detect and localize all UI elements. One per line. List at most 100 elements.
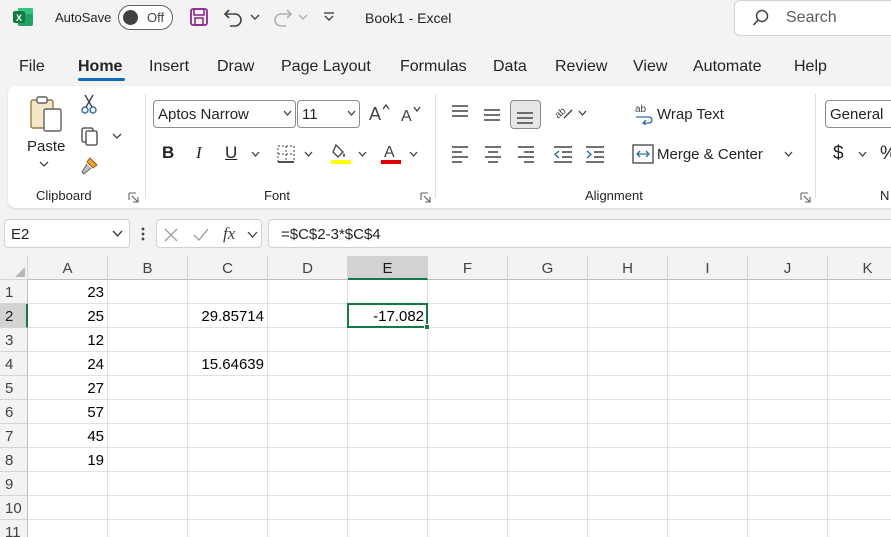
cell-f11[interactable] (428, 520, 508, 537)
decrease-indent-icon[interactable] (552, 145, 574, 163)
copy-icon[interactable] (80, 126, 100, 146)
fill-handle[interactable] (424, 324, 430, 330)
cell-i2[interactable] (668, 304, 748, 328)
chevron-down-icon[interactable] (247, 231, 258, 239)
cell-a5[interactable]: 27 (28, 376, 108, 400)
paste-icon[interactable] (28, 95, 64, 133)
column-header-g[interactable]: G (508, 256, 588, 280)
increase-indent-icon[interactable] (584, 145, 606, 163)
cell-f7[interactable] (428, 424, 508, 448)
column-header-h[interactable]: H (588, 256, 668, 280)
cell-k6[interactable] (828, 400, 891, 424)
cancel-icon[interactable] (163, 227, 179, 243)
merge-dropdown-chevron-icon[interactable] (784, 151, 793, 158)
underline-button[interactable]: U (225, 143, 237, 163)
search-box[interactable]: Search (734, 0, 891, 36)
cell-f6[interactable] (428, 400, 508, 424)
cell-e8[interactable] (348, 448, 428, 472)
cell-h7[interactable] (588, 424, 668, 448)
tab-help[interactable]: Help (794, 58, 827, 76)
cell-c6[interactable] (188, 400, 268, 424)
cell-d2[interactable] (268, 304, 348, 328)
row-header-4[interactable]: 4 (0, 352, 28, 376)
cell-d9[interactable] (268, 472, 348, 496)
align-center-icon[interactable] (483, 145, 503, 163)
cell-a7[interactable]: 45 (28, 424, 108, 448)
borders-icon[interactable] (276, 144, 296, 164)
formula-input[interactable]: =$C$2-3*$C$4 (268, 219, 891, 248)
row-header-10[interactable]: 10 (0, 496, 28, 520)
merge-center-icon[interactable] (632, 144, 654, 164)
cell-h8[interactable] (588, 448, 668, 472)
cell-i6[interactable] (668, 400, 748, 424)
tab-insert[interactable]: Insert (149, 58, 189, 76)
cell-k3[interactable] (828, 328, 891, 352)
cell-d5[interactable] (268, 376, 348, 400)
column-header-j[interactable]: J (748, 256, 828, 280)
cell-i1[interactable] (668, 280, 748, 304)
cell-e5[interactable] (348, 376, 428, 400)
cell-h3[interactable] (588, 328, 668, 352)
cell-j11[interactable] (748, 520, 828, 537)
merge-center-label[interactable]: Merge & Center (657, 146, 763, 163)
cell-b2[interactable] (108, 304, 188, 328)
italic-button[interactable]: I (196, 143, 202, 163)
cell-i11[interactable] (668, 520, 748, 537)
cell-i4[interactable] (668, 352, 748, 376)
align-left-icon[interactable] (450, 145, 470, 163)
increase-font-size-icon[interactable]: A (368, 103, 390, 123)
cell-f10[interactable] (428, 496, 508, 520)
cell-j2[interactable] (748, 304, 828, 328)
row-header-7[interactable]: 7 (0, 424, 28, 448)
copy-dropdown-chevron-icon[interactable] (112, 132, 122, 140)
cell-c8[interactable] (188, 448, 268, 472)
cell-g1[interactable] (508, 280, 588, 304)
column-header-e[interactable]: E (348, 256, 428, 280)
cell-a6[interactable]: 57 (28, 400, 108, 424)
cell-e10[interactable] (348, 496, 428, 520)
cell-c7[interactable] (188, 424, 268, 448)
tab-view[interactable]: View (633, 58, 667, 76)
cell-g3[interactable] (508, 328, 588, 352)
cell-i3[interactable] (668, 328, 748, 352)
cell-g7[interactable] (508, 424, 588, 448)
cell-i9[interactable] (668, 472, 748, 496)
cell-f2[interactable] (428, 304, 508, 328)
font-name-dropdown[interactable]: Aptos Narrow (153, 100, 296, 128)
row-header-6[interactable]: 6 (0, 400, 28, 424)
clipboard-dialog-launcher-icon[interactable] (128, 192, 139, 203)
cell-c11[interactable] (188, 520, 268, 537)
tab-home[interactable]: Home (78, 58, 122, 76)
percent-format-button[interactable]: % (880, 143, 891, 165)
fill-color-dropdown-chevron-icon[interactable] (358, 151, 367, 158)
cell-d3[interactable] (268, 328, 348, 352)
cell-j7[interactable] (748, 424, 828, 448)
select-all-corner[interactable] (0, 256, 28, 280)
cell-e6[interactable] (348, 400, 428, 424)
cell-g5[interactable] (508, 376, 588, 400)
row-header-1[interactable]: 1 (0, 280, 28, 304)
cell-b7[interactable] (108, 424, 188, 448)
cell-b5[interactable] (108, 376, 188, 400)
cell-e11[interactable] (348, 520, 428, 537)
cell-b11[interactable] (108, 520, 188, 537)
row-header-8[interactable]: 8 (0, 448, 28, 472)
currency-dropdown-chevron-icon[interactable] (858, 151, 867, 158)
undo-icon[interactable] (222, 6, 244, 28)
cell-k11[interactable] (828, 520, 891, 537)
cut-icon[interactable] (80, 94, 98, 114)
cell-k8[interactable] (828, 448, 891, 472)
column-header-d[interactable]: D (268, 256, 348, 280)
cell-g2[interactable] (508, 304, 588, 328)
fill-color-icon[interactable] (330, 142, 352, 164)
cell-c2[interactable]: 29.85714 (188, 304, 268, 328)
cell-b6[interactable] (108, 400, 188, 424)
cell-d1[interactable] (268, 280, 348, 304)
cell-k10[interactable] (828, 496, 891, 520)
bottom-align-icon[interactable] (515, 108, 535, 124)
paste-label[interactable]: Paste (27, 138, 65, 155)
cell-i8[interactable] (668, 448, 748, 472)
cell-h1[interactable] (588, 280, 668, 304)
cell-a3[interactable]: 12 (28, 328, 108, 352)
cell-c10[interactable] (188, 496, 268, 520)
